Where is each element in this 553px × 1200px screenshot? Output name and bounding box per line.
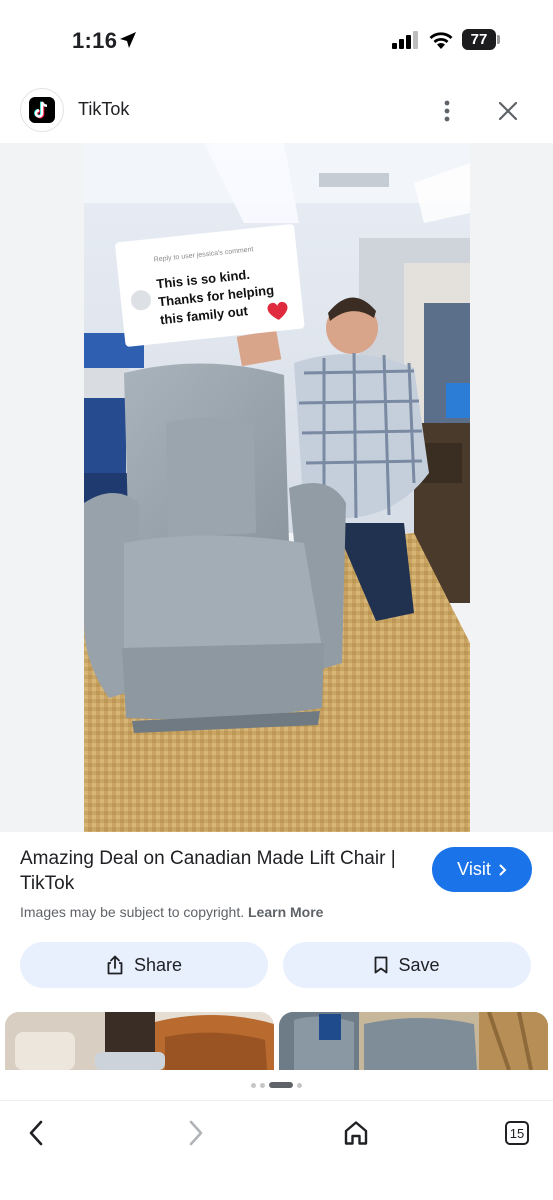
more-vertical-icon bbox=[444, 100, 450, 122]
tab-count: 15 bbox=[505, 1121, 529, 1145]
wifi-icon bbox=[429, 32, 453, 49]
carousel-pager bbox=[0, 1078, 553, 1092]
battery-level: 77 bbox=[470, 31, 488, 48]
chevron-right-icon bbox=[189, 1120, 203, 1146]
close-icon bbox=[499, 102, 517, 120]
chevron-right-icon bbox=[499, 864, 507, 875]
browser-toolbar: 15 bbox=[0, 1100, 553, 1200]
close-button[interactable] bbox=[493, 96, 523, 126]
tiktok-logo-icon[interactable] bbox=[20, 88, 64, 132]
forward-button[interactable] bbox=[176, 1113, 216, 1153]
tabs-button[interactable]: 15 bbox=[497, 1113, 537, 1153]
battery-icon: 77 bbox=[462, 29, 496, 50]
related-image[interactable] bbox=[279, 1012, 548, 1070]
more-options-button[interactable] bbox=[432, 96, 462, 126]
visit-button[interactable]: Visit bbox=[432, 847, 532, 892]
pager-dot bbox=[297, 1082, 302, 1088]
share-button[interactable]: Share bbox=[20, 942, 268, 988]
share-icon bbox=[107, 955, 123, 975]
related-image[interactable] bbox=[5, 1012, 274, 1070]
save-label: Save bbox=[398, 954, 440, 975]
source-name[interactable]: TikTok bbox=[78, 99, 129, 120]
battery-nub bbox=[497, 35, 500, 44]
signal-icon bbox=[392, 31, 418, 49]
pager-dot bbox=[251, 1082, 256, 1088]
status-time: 1:16 bbox=[72, 28, 118, 53]
learn-more-link[interactable]: Learn More bbox=[248, 904, 323, 920]
visit-label: Visit bbox=[457, 859, 491, 879]
home-icon bbox=[344, 1121, 368, 1145]
back-button[interactable] bbox=[16, 1113, 56, 1153]
home-button[interactable] bbox=[336, 1113, 376, 1153]
bookmark-icon bbox=[375, 956, 388, 974]
result-title[interactable]: Amazing Deal on Canadian Made Lift Chair… bbox=[20, 846, 420, 896]
copyright-notice: Images may be subject to copyright. Lear… bbox=[20, 904, 323, 920]
location-arrow-icon bbox=[120, 32, 136, 48]
copyright-text: Images may be subject to copyright. bbox=[20, 904, 245, 920]
pager-dot-active bbox=[269, 1082, 293, 1088]
share-label: Share bbox=[133, 954, 183, 975]
status-bar: 1:16 77 bbox=[0, 0, 553, 80]
image-viewer-page: 1:16 77 TikTok Reply to user jessica's c… bbox=[0, 0, 553, 1200]
save-button[interactable]: Save bbox=[283, 942, 531, 988]
chair-photo: Reply to user jessica's comment This is … bbox=[84, 143, 470, 832]
related-images bbox=[0, 1012, 553, 1070]
chevron-left-icon bbox=[29, 1120, 43, 1146]
image-viewer: Reply to user jessica's comment This is … bbox=[0, 143, 553, 832]
source-header: TikTok bbox=[0, 82, 553, 138]
pager-dot bbox=[260, 1082, 265, 1088]
main-image[interactable]: Reply to user jessica's comment This is … bbox=[84, 143, 470, 832]
